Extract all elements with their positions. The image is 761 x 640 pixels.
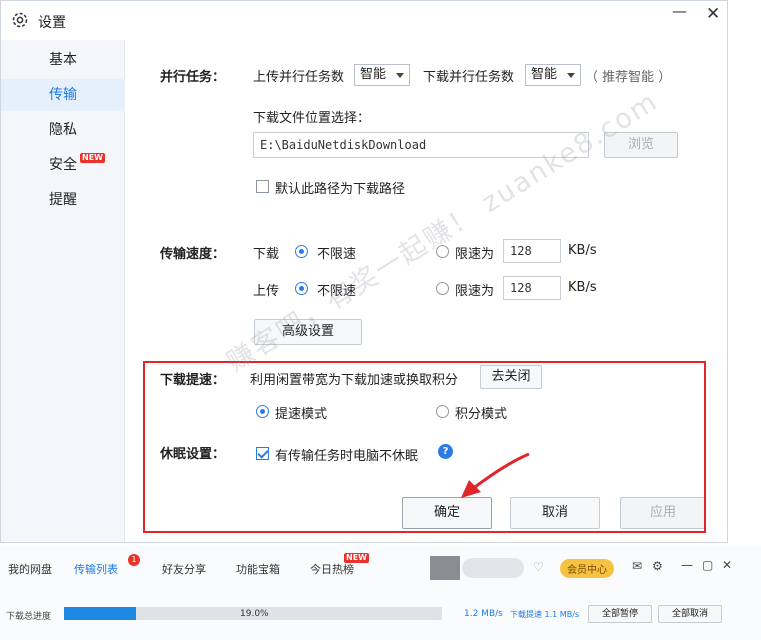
progress-fill: [64, 607, 136, 620]
heart-icon[interactable]: ♡: [533, 560, 544, 574]
upload-limit-input[interactable]: 128: [503, 276, 561, 300]
mail-icon[interactable]: ✉: [632, 559, 642, 573]
sidebar-item-privacy[interactable]: 隐私: [1, 114, 125, 146]
download-parallel-value: 智能: [531, 67, 558, 82]
speed-label: 传输速度：: [160, 247, 226, 262]
parallel-hint: （ 推荐智能 ）: [585, 70, 672, 85]
highlight-box: [143, 361, 706, 533]
parallel-label: 并行任务：: [160, 70, 226, 85]
username-blurred: [462, 558, 524, 578]
upload-limit-radio[interactable]: [436, 282, 449, 295]
tab-my-disk[interactable]: 我的网盘: [8, 561, 52, 577]
upload-speed-label: 上传: [253, 284, 280, 299]
vip-center-button[interactable]: 会员中心: [560, 559, 614, 578]
new-badge: NEW: [344, 553, 369, 563]
close-icon[interactable]: ✕: [722, 558, 732, 572]
sidebar-item-security[interactable]: 安全: [1, 149, 125, 181]
progress-percent: 19.0%: [240, 609, 269, 619]
sidebar-item-reminder[interactable]: 提醒: [1, 184, 125, 216]
upload-parallel-select[interactable]: 智能: [354, 64, 410, 86]
chevron-down-icon: [567, 73, 575, 78]
sidebar-item-label: 提醒: [49, 192, 77, 208]
gear-icon: [12, 12, 28, 28]
default-path-label: 默认此路径为下载路径: [275, 182, 406, 197]
download-parallel-label: 下载并行任务数: [423, 70, 515, 85]
minimize-button[interactable]: —: [672, 2, 687, 20]
download-limit-label: 限速为: [455, 247, 495, 262]
download-unlimited-label: 不限速: [317, 247, 357, 262]
transfer-count-badge: 1: [128, 554, 140, 566]
upload-parallel-value: 智能: [360, 67, 387, 82]
default-path-checkbox[interactable]: [256, 180, 269, 193]
download-speed-label: 下载: [253, 247, 280, 262]
tab-transfer-list[interactable]: 传输列表: [74, 561, 118, 577]
sidebar-item-basic[interactable]: 基本: [1, 44, 125, 76]
window-title: 设置: [38, 15, 66, 31]
location-label: 下载文件位置选择：: [253, 111, 371, 126]
new-badge: NEW: [80, 153, 105, 163]
download-limit-unit: KB/s: [568, 243, 597, 258]
download-unlimited-radio[interactable]: [295, 245, 308, 258]
red-arrow-annotation: [461, 452, 530, 498]
title-bar: 设置 — ✕: [0, 0, 728, 40]
download-parallel-select[interactable]: 智能: [525, 64, 581, 86]
cancel-all-button[interactable]: 全部取消: [658, 605, 722, 623]
close-button[interactable]: ✕: [706, 4, 720, 24]
minimize-icon[interactable]: —: [681, 558, 693, 572]
download-limit-input[interactable]: 128: [503, 239, 561, 263]
sidebar-item-label: 传输: [49, 87, 77, 103]
bottom-tabs: 我的网盘 传输列表 1 好友分享 功能宝箱 今日热榜 NEW ♡ 会员中心 ✉ …: [0, 553, 761, 581]
upload-limit-label: 限速为: [455, 284, 495, 299]
avatar[interactable]: [430, 556, 460, 580]
sidebar-item-label: 隐私: [49, 122, 77, 138]
progress-label: 下载总进度: [6, 612, 52, 622]
chevron-down-icon: [396, 73, 404, 78]
upload-parallel-label: 上传并行任务数: [253, 70, 345, 85]
tab-hot-list[interactable]: 今日热榜: [310, 561, 354, 577]
settings-icon[interactable]: ⚙: [652, 559, 663, 573]
sidebar: 基本 传输 隐私 安全 NEW 提醒: [1, 40, 125, 542]
sidebar-item-label: 安全: [49, 157, 77, 173]
upload-limit-unit: KB/s: [568, 280, 597, 295]
sidebar-item-label: 基本: [49, 52, 77, 68]
tab-toolbox[interactable]: 功能宝箱: [236, 561, 280, 577]
pause-all-button[interactable]: 全部暂停: [588, 605, 652, 623]
maximize-icon[interactable]: ▢: [702, 558, 713, 572]
boost-speed: 下载提速 1.1 MB/s: [510, 610, 580, 619]
sidebar-item-transfer[interactable]: 传输: [1, 79, 125, 111]
tab-friend-share[interactable]: 好友分享: [162, 561, 206, 577]
download-speed: 1.2 MB/s: [464, 609, 503, 619]
